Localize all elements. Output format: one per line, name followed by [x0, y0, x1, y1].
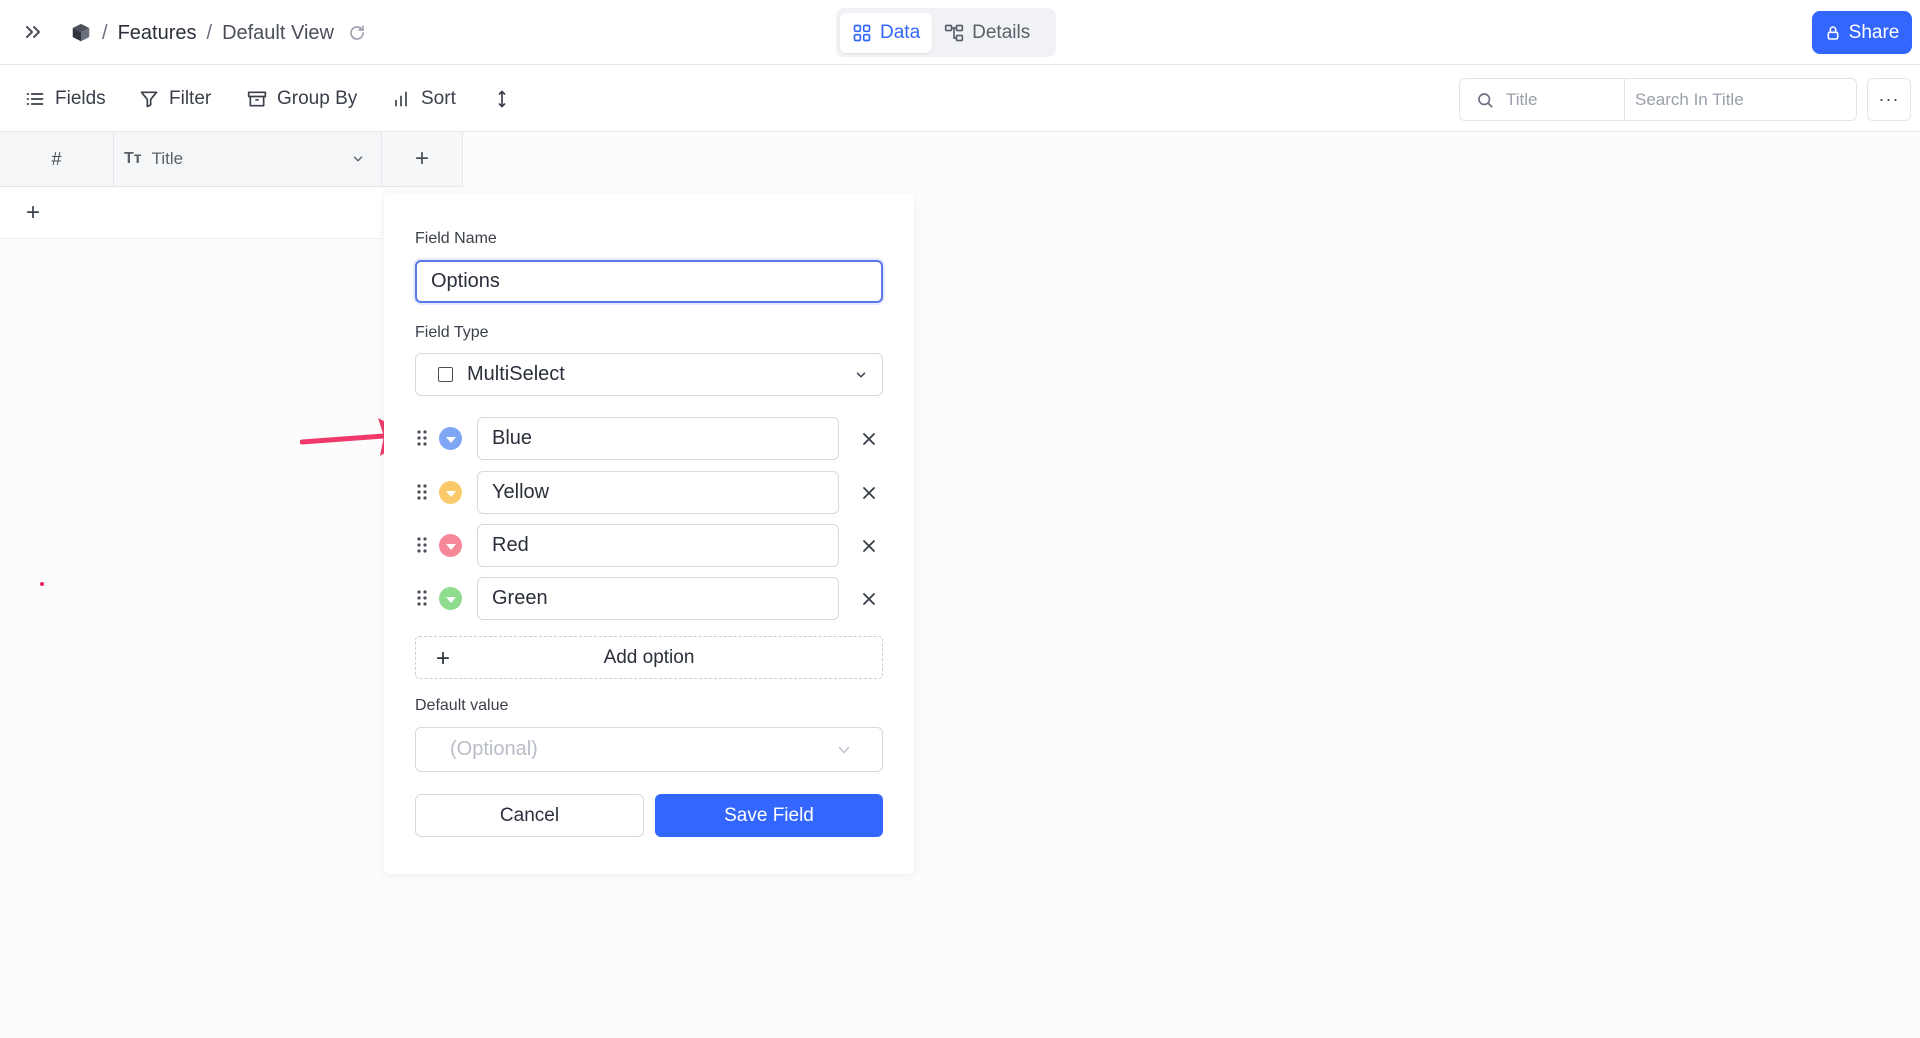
- more-options-icon: ···: [1878, 89, 1900, 109]
- field-name-label: Field Name: [415, 230, 497, 247]
- filter-icon: [140, 91, 158, 108]
- row-height-button[interactable]: [492, 84, 512, 114]
- option-input[interactable]: [477, 577, 839, 620]
- field-type-label: Field Type: [415, 324, 489, 341]
- view-tabs: Data Details: [836, 8, 1056, 57]
- filter-button[interactable]: Filter: [139, 84, 211, 114]
- option-row: [415, 524, 885, 567]
- vertical-arrows-icon: [498, 90, 506, 108]
- tab-details-label: Details: [972, 21, 1031, 43]
- option-input[interactable]: [477, 417, 839, 460]
- close-icon[interactable]: [859, 536, 879, 556]
- tab-details[interactable]: Details: [932, 13, 1042, 53]
- fields-label: Fields: [55, 88, 106, 109]
- default-value-select[interactable]: (Optional): [415, 727, 883, 772]
- breadcrumb-separator: /: [102, 21, 108, 44]
- option-color-picker[interactable]: [439, 587, 462, 610]
- breadcrumb-separator: /: [206, 21, 213, 44]
- option-color-picker[interactable]: [439, 427, 462, 450]
- close-icon[interactable]: [859, 483, 879, 503]
- option-row: [415, 577, 885, 620]
- details-icon: [944, 24, 964, 41]
- drag-handle-icon[interactable]: [415, 429, 429, 447]
- sort-label: Sort: [421, 88, 456, 109]
- option-row: [415, 471, 885, 514]
- add-row-button[interactable]: +: [0, 187, 382, 239]
- share-label: Share: [1848, 21, 1900, 43]
- add-option-label: Add option: [603, 646, 695, 668]
- tab-data-label: Data: [880, 21, 921, 43]
- title-column-header[interactable]: Tт Title: [114, 132, 382, 187]
- save-field-button[interactable]: Save Field: [655, 794, 883, 837]
- group-by-button[interactable]: Group By: [247, 84, 357, 114]
- caret-down-icon: [445, 436, 456, 443]
- option-input[interactable]: [477, 524, 839, 567]
- title-column-label: Title: [151, 149, 184, 168]
- field-type-select[interactable]: MultiSelect: [415, 353, 883, 396]
- lock-icon: [1827, 25, 1839, 40]
- fields-button[interactable]: Fields: [25, 84, 106, 114]
- chevron-down-icon: [856, 372, 866, 378]
- grid-icon: [853, 24, 871, 41]
- option-row: [415, 417, 885, 460]
- tab-data[interactable]: Data: [840, 12, 933, 53]
- text-type-icon: Tт: [124, 150, 142, 167]
- search-input[interactable]: [1625, 79, 1856, 120]
- list-icon: [26, 93, 44, 105]
- archive-icon: [247, 91, 267, 107]
- double-chevron-right-icon[interactable]: [22, 20, 46, 44]
- field-type-value: MultiSelect: [467, 363, 565, 385]
- field-editor-panel: Field Name Field Type MultiSelect: [384, 194, 914, 874]
- caret-down-icon: [445, 490, 456, 497]
- bar-chart-icon: [395, 91, 407, 107]
- option-input[interactable]: [477, 471, 839, 514]
- caret-down-icon: [445, 596, 456, 603]
- more-options-button[interactable]: ···: [1867, 78, 1911, 121]
- caret-down-icon: [445, 543, 456, 550]
- add-option-button[interactable]: + Add option: [415, 636, 883, 679]
- close-icon[interactable]: [859, 589, 879, 609]
- option-color-picker[interactable]: [439, 481, 462, 504]
- sort-button[interactable]: Sort: [391, 84, 456, 114]
- default-value-placeholder: (Optional): [450, 738, 538, 760]
- close-icon[interactable]: [859, 429, 879, 449]
- checkbox-icon: [438, 367, 453, 382]
- search-box: Title: [1459, 78, 1857, 121]
- search-field-select[interactable]: Title: [1460, 79, 1625, 120]
- grid-header: # Tт Title +: [0, 132, 463, 187]
- group-by-label: Group By: [277, 88, 358, 109]
- filter-label: Filter: [169, 88, 212, 109]
- add-column-button[interactable]: +: [382, 132, 463, 187]
- drag-handle-icon[interactable]: [415, 589, 429, 607]
- chevron-down-icon: [838, 746, 850, 754]
- share-button[interactable]: Share: [1812, 11, 1912, 54]
- option-color-picker[interactable]: [439, 534, 462, 557]
- base-icon: [72, 23, 90, 42]
- drag-handle-icon[interactable]: [415, 536, 429, 554]
- reload-icon[interactable]: [348, 24, 366, 42]
- cursor-dot: [40, 582, 44, 586]
- breadcrumb-view[interactable]: Default View: [222, 22, 334, 45]
- top-bar: / Features / Default View Data Details S…: [0, 0, 1920, 65]
- search-icon: [1478, 92, 1493, 108]
- toolbar: Fields Filter Group By Sort Title ··: [0, 66, 1920, 132]
- breadcrumb: / Features / Default View: [70, 19, 366, 47]
- row-number-header: #: [0, 132, 114, 187]
- field-name-input[interactable]: [415, 260, 883, 303]
- drag-handle-icon[interactable]: [415, 483, 429, 501]
- breadcrumb-base[interactable]: Features: [118, 22, 197, 45]
- plus-icon: +: [26, 198, 41, 226]
- plus-icon: +: [436, 645, 451, 672]
- cancel-button[interactable]: Cancel: [415, 794, 644, 837]
- chevron-down-icon[interactable]: [351, 152, 365, 166]
- default-value-label: Default value: [415, 697, 509, 714]
- search-field-label: Title: [1506, 89, 1538, 109]
